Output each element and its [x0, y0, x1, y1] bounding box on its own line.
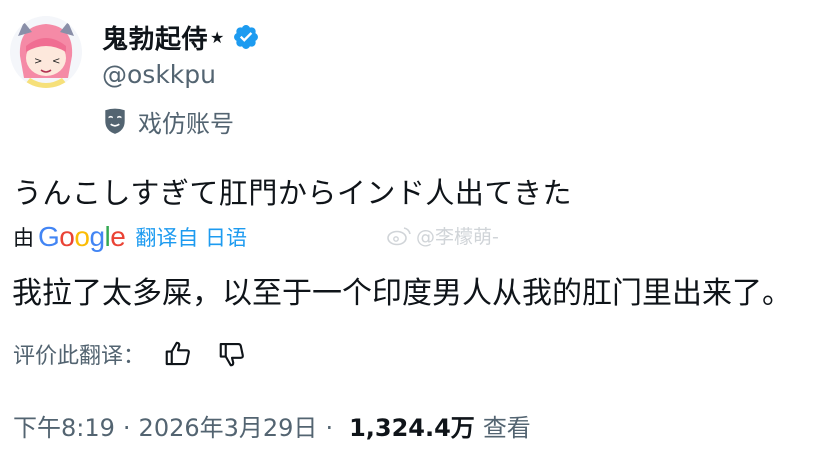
tweet-original-text: うんこしすぎて肛門からインド人出てきた [13, 176, 573, 210]
parody-account-label[interactable]: 戏仿账号 [102, 104, 234, 138]
meta-separator: · [325, 414, 334, 442]
author-name-row: 鬼勃起侍 ★ [102, 19, 260, 56]
views-count: 1,324.4万 [349, 414, 475, 442]
svg-text:>: > [34, 56, 42, 67]
mask-icon [105, 108, 125, 134]
svg-text:<: < [52, 56, 60, 67]
translated-from-link[interactable]: 翻译自 日语 [135, 222, 247, 252]
parody-label-text: 戏仿账号 [138, 109, 234, 138]
rate-translation-row: 评价此翻译： [13, 336, 271, 372]
meta-separator: · [122, 414, 131, 442]
avatar[interactable]: > < [10, 16, 82, 88]
views-label: 查看 [482, 414, 531, 442]
translation-attribution: 由 Google 翻译自 日语 [13, 220, 247, 254]
verified-badge-icon[interactable] [232, 23, 260, 51]
rate-translation-label: 评价此翻译： [13, 344, 146, 369]
tweet-time[interactable]: 下午8:19 [13, 408, 115, 443]
star-glyph: ★ [210, 27, 225, 47]
tweet-meta-row: 下午8:19 · 2026年3月29日 · 1,324.4万 查看 [13, 408, 531, 443]
tweet-translated-text: 我拉了太多屎，以至于一个印度男人从我的肛门里出来了。 [12, 276, 792, 311]
watermark-text: @李檬萌- [416, 226, 499, 248]
author-handle[interactable]: @oskkpu [102, 60, 216, 89]
weibo-watermark: @李檬萌- [386, 222, 499, 249]
thumbs-down-icon[interactable] [217, 339, 247, 369]
google-logo: Google [38, 221, 126, 252]
anime-avatar-image: > < [10, 16, 82, 88]
author-display-name[interactable]: 鬼勃起侍 [102, 19, 208, 56]
thumbs-up-icon[interactable] [163, 339, 193, 369]
translation-by-label: 由 [13, 226, 34, 250]
tweet-date[interactable]: 2026年3月29日 [139, 408, 318, 443]
weibo-icon [387, 226, 411, 245]
